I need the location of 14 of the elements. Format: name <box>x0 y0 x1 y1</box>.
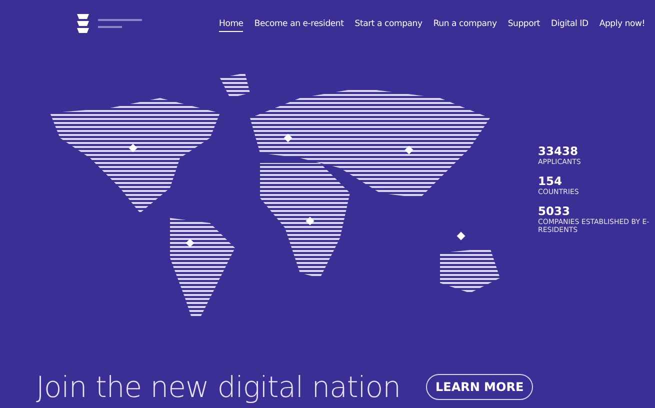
coat-of-arms-logo-icon <box>76 13 90 35</box>
learn-more-button[interactable]: LEARN MORE <box>426 374 533 400</box>
nav-link[interactable]: Support <box>508 16 540 32</box>
nav-link[interactable]: Digital ID <box>551 16 588 32</box>
logo-wordmark-drawing <box>98 17 144 31</box>
nav-link[interactable]: Home <box>219 16 244 32</box>
nav-link[interactable]: Start a company <box>354 16 422 32</box>
nav-link[interactable]: Run a company <box>433 16 497 32</box>
stat-value: 154 <box>538 174 564 188</box>
nav-link[interactable]: Become an e-resident <box>254 16 344 32</box>
headline: Join the new digital nation <box>36 370 400 404</box>
nav-link[interactable]: Apply now! <box>599 16 645 32</box>
stat-value: 33438 <box>538 144 580 158</box>
stat-value: 5033 <box>538 204 572 218</box>
